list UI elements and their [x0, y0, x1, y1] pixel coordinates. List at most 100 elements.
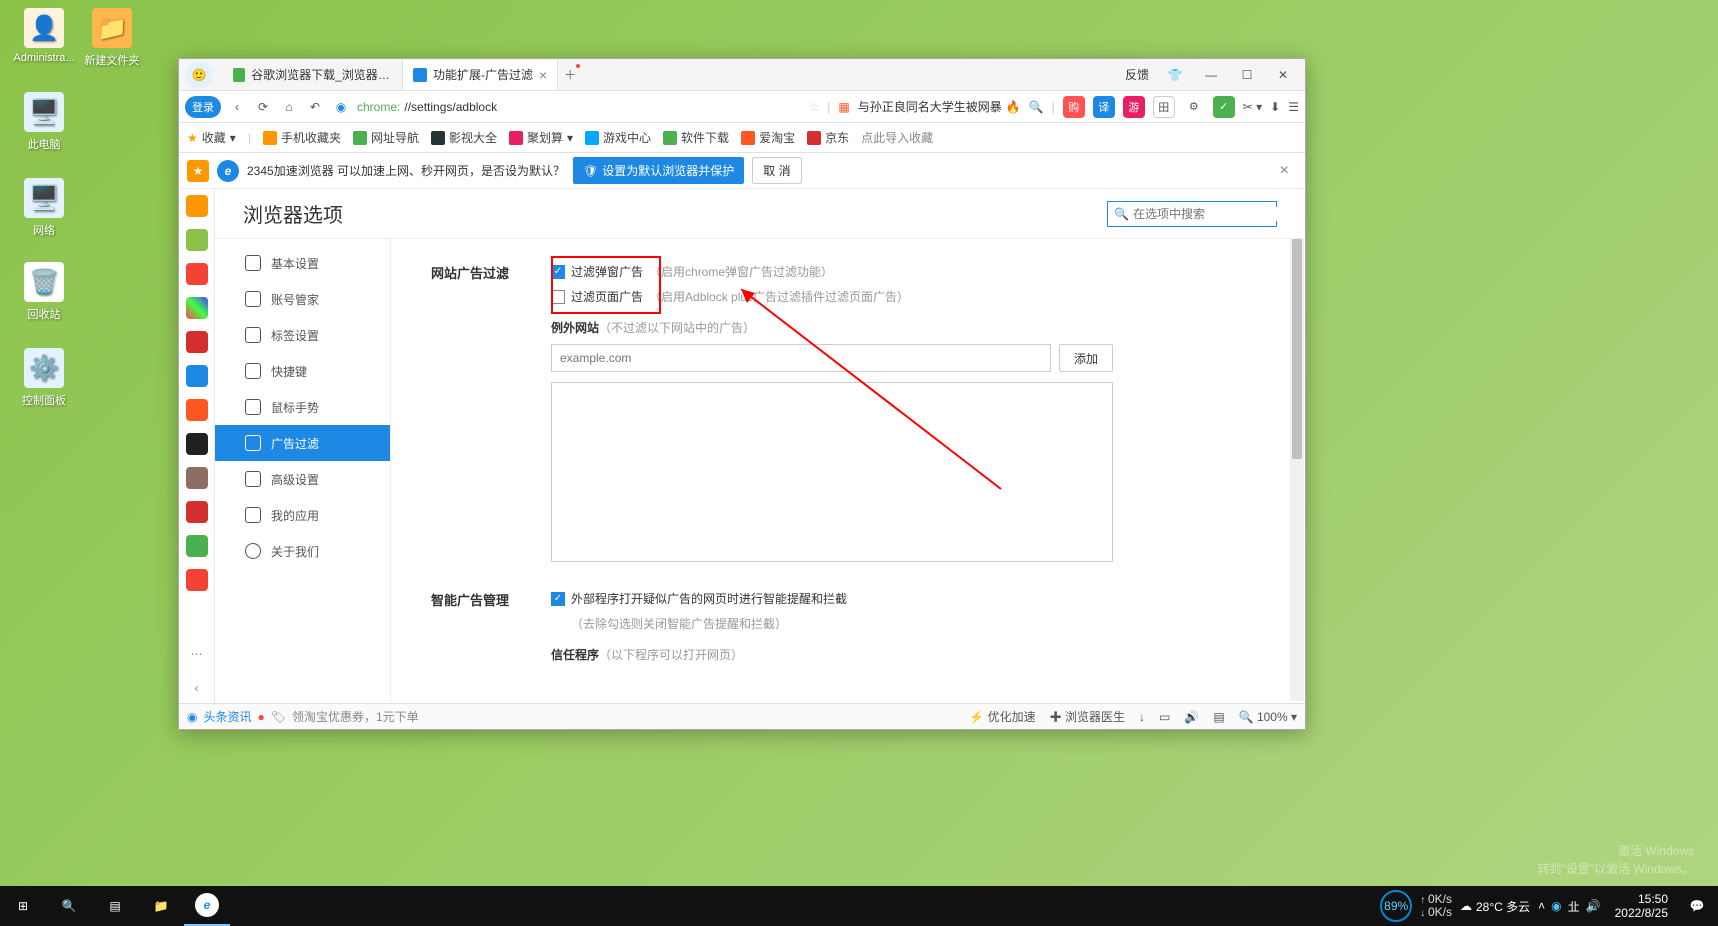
exception-input[interactable]: [551, 344, 1051, 372]
scrollbar-thumb[interactable]: [1292, 239, 1302, 459]
zoom-control[interactable]: 🔍 100% ▾: [1239, 710, 1297, 724]
rail-icon-12[interactable]: [186, 569, 208, 591]
checkbox-popup[interactable]: ✓: [551, 265, 565, 279]
shopping-icon[interactable]: 购: [1063, 96, 1085, 118]
search-button[interactable]: 🔍: [46, 886, 92, 926]
rail-icon-1[interactable]: [186, 195, 208, 217]
nav-tabs[interactable]: 标签设置: [215, 317, 390, 353]
rail-more-icon[interactable]: ⋯: [191, 647, 203, 661]
network-speed[interactable]: ↑ 0K/s↓ 0K/s: [1420, 893, 1452, 919]
rail-icon-11[interactable]: [186, 535, 208, 557]
rail-icon-9[interactable]: [186, 467, 208, 489]
avatar-button[interactable]: 🙂: [185, 61, 213, 89]
maximize-button[interactable]: ☐: [1233, 61, 1261, 89]
tray-edge-icon[interactable]: ◉: [1551, 899, 1561, 913]
sb-icon-2[interactable]: ▭: [1159, 710, 1170, 724]
bookmark-software[interactable]: 软件下载: [663, 129, 729, 146]
news-link[interactable]: 头条资讯: [203, 708, 251, 725]
desktop-icon-administrator[interactable]: 👤Administra...: [12, 8, 76, 64]
rail-icon-8[interactable]: [186, 433, 208, 455]
bookmark-video[interactable]: 影视大全: [431, 129, 497, 146]
tab-adblock-settings[interactable]: 功能扩展-广告过滤 ×: [403, 60, 558, 90]
rail-icon-2[interactable]: [186, 229, 208, 251]
undo-button[interactable]: ↶: [305, 97, 325, 117]
sb-icon-3[interactable]: 🔊: [1184, 710, 1199, 724]
file-explorer-button[interactable]: 📁: [138, 886, 184, 926]
close-button[interactable]: ✕: [1269, 61, 1297, 89]
cancel-button[interactable]: 取 消: [752, 157, 801, 184]
nav-adblock[interactable]: 广告过滤: [215, 425, 390, 461]
login-button[interactable]: 登录: [185, 96, 221, 118]
bookmark-mobile[interactable]: 手机收藏夹: [263, 129, 341, 146]
exception-list[interactable]: [551, 382, 1113, 562]
sb-icon-1[interactable]: ↓: [1139, 710, 1145, 724]
minimize-button[interactable]: —: [1197, 61, 1225, 89]
menu-icon[interactable]: ☰: [1288, 100, 1299, 114]
checkbox-page-ad[interactable]: [551, 290, 565, 304]
optimize-button[interactable]: ⚡ 优化加速: [969, 708, 1035, 725]
bookmark-import[interactable]: 点此导入收藏: [861, 129, 933, 146]
clock[interactable]: 15:50 2022/8/25: [1609, 892, 1674, 921]
bookmark-games[interactable]: 游戏中心: [585, 129, 651, 146]
nav-about[interactable]: 关于我们: [215, 533, 390, 569]
option-popup-filter[interactable]: ✓ 过滤弹窗广告 （启用chrome弹窗广告过滤功能）: [551, 263, 1265, 280]
desktop-icon-control-panel[interactable]: ⚙️控制面板: [12, 348, 76, 408]
search-icon[interactable]: 🔍: [1029, 100, 1044, 114]
start-button[interactable]: ⊞: [0, 886, 46, 926]
apps-icon[interactable]: 田: [1153, 96, 1175, 118]
rail-icon-10[interactable]: [186, 501, 208, 523]
home-button[interactable]: ⌂: [279, 97, 299, 117]
skin-icon[interactable]: 👕: [1161, 61, 1189, 89]
desktop-icon-this-pc[interactable]: 🖥️此电脑: [12, 92, 76, 152]
tray-ime-icon[interactable]: 㐀: [1568, 898, 1580, 915]
news-icon[interactable]: ◉: [187, 710, 197, 724]
doctor-button[interactable]: ✚ 浏览器医生: [1050, 708, 1125, 725]
desktop-icon-new-folder[interactable]: 📁新建文件夹: [80, 8, 144, 68]
banner-close-icon[interactable]: ×: [1272, 162, 1297, 180]
game-icon[interactable]: 游: [1123, 96, 1145, 118]
weather-widget[interactable]: ☁ 28°C 多云: [1460, 898, 1530, 915]
system-tray[interactable]: ˄ ◉ 㐀 🔊: [1538, 898, 1600, 915]
tab-chrome-download[interactable]: 谷歌浏览器下载_浏览器官网入: [223, 60, 403, 90]
refresh-button[interactable]: ⟳: [253, 97, 273, 117]
bookmark-nav[interactable]: 网址导航: [353, 129, 419, 146]
sb-icon-4[interactable]: ▤: [1213, 710, 1224, 724]
desktop-icon-recycle-bin[interactable]: 🗑️回收站: [12, 262, 76, 322]
bookmark-jd[interactable]: 京东: [807, 129, 849, 146]
browser-taskbar-button[interactable]: e: [184, 886, 230, 926]
task-view-button[interactable]: ▤: [92, 886, 138, 926]
desktop-icon-network[interactable]: 🖥️网络: [12, 178, 76, 238]
favorites-button[interactable]: ★收藏 ▾: [187, 129, 236, 146]
coupon-link[interactable]: 领淘宝优惠券，1元下单: [292, 708, 419, 725]
scrollbar-vertical[interactable]: [1290, 239, 1304, 701]
nav-advanced[interactable]: 高级设置: [215, 461, 390, 497]
gear-icon[interactable]: ⚙: [1183, 96, 1205, 118]
nav-account[interactable]: 账号管家: [215, 281, 390, 317]
star-icon[interactable]: ☆: [808, 100, 819, 114]
settings-search[interactable]: 🔍: [1107, 201, 1277, 227]
option-smart-block[interactable]: ✓ 外部程序打开疑似广告的网页时进行智能提醒和拦截: [551, 590, 1265, 607]
rail-icon-6[interactable]: [186, 365, 208, 387]
translate-icon[interactable]: 译: [1093, 96, 1115, 118]
option-page-ad-filter[interactable]: 过滤页面广告 （启用Adblock plus广告过滤插件过滤页面广告）: [551, 288, 1265, 305]
rail-icon-7[interactable]: [186, 399, 208, 421]
green-icon[interactable]: ✓: [1213, 96, 1235, 118]
rail-collapse-icon[interactable]: ‹: [195, 681, 199, 695]
news-headline[interactable]: 与孙正良同名大学生被网暴 🔥: [858, 98, 1021, 115]
add-exception-button[interactable]: 添加: [1059, 344, 1113, 372]
nav-apps[interactable]: 我的应用: [215, 497, 390, 533]
settings-search-input[interactable]: [1133, 207, 1288, 221]
bookmark-juhuasuan[interactable]: 聚划算 ▾: [509, 129, 573, 146]
notifications-button[interactable]: 💬: [1682, 886, 1712, 926]
feedback-link[interactable]: 反馈: [1125, 66, 1149, 83]
rail-icon-5[interactable]: [186, 331, 208, 353]
nav-shortcuts[interactable]: 快捷键: [215, 353, 390, 389]
checkbox-smart[interactable]: ✓: [551, 592, 565, 606]
new-tab-button[interactable]: ＋: [558, 66, 582, 83]
tray-volume-icon[interactable]: 🔊: [1586, 899, 1601, 913]
close-tab-icon[interactable]: ×: [539, 67, 547, 83]
bookmark-taobao[interactable]: 爱淘宝: [741, 129, 795, 146]
set-default-button[interactable]: 🛡设置为默认浏览器并保护: [573, 157, 744, 184]
rail-icon-3[interactable]: [186, 263, 208, 285]
tray-chevron-icon[interactable]: ˄: [1538, 899, 1545, 913]
